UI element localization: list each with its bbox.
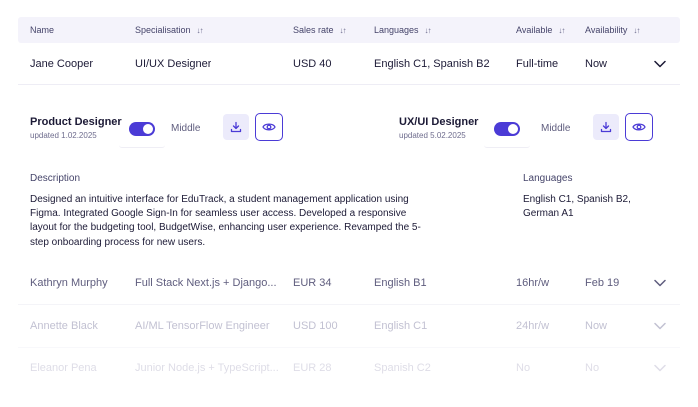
role-toggle[interactable]: [129, 122, 155, 136]
toggle-knob: [508, 124, 518, 134]
table-row[interactable]: Jane Cooper UI/UX Designer USD 40 Englis…: [18, 44, 680, 84]
column-header-name: Name: [30, 17, 54, 43]
preview-button[interactable]: [255, 113, 283, 141]
cell-languages: English C1: [374, 320, 428, 332]
cell-availability: Now: [585, 58, 608, 70]
column-label: Sales rate: [293, 25, 334, 35]
cell-available: 16hr/w: [516, 277, 550, 289]
eye-icon: [262, 123, 276, 131]
sort-arrows-icon[interactable]: ↓↑: [340, 18, 347, 44]
chevron-down-icon[interactable]: [654, 362, 666, 374]
sort-arrows-icon[interactable]: ↓↑: [558, 18, 565, 44]
table-row[interactable]: Annette Black AI/ML TensorFlow Engineer …: [18, 306, 680, 346]
cell-availability: No: [585, 362, 600, 374]
role-toggle[interactable]: [494, 122, 520, 136]
column-header-available[interactable]: Available ↓↑: [516, 17, 565, 44]
column-label: Availability: [585, 25, 628, 35]
table-row[interactable]: Eleanor Pena Junior Node.js + TypeScript…: [18, 348, 680, 388]
role-title: Product Designer: [30, 116, 122, 128]
column-label: Available: [516, 25, 553, 35]
preview-button[interactable]: [625, 113, 653, 141]
cell-name: Kathryn Murphy: [30, 277, 108, 289]
row-divider: [18, 304, 680, 305]
cell-languages: English B1: [374, 277, 427, 289]
cell-specialisation: AI/ML TensorFlow Engineer: [135, 320, 270, 332]
row-divider: [18, 84, 680, 85]
cell-availability: Feb 19: [585, 277, 620, 289]
cell-available: No: [516, 362, 531, 374]
column-header-availability[interactable]: Availability ↓↑: [585, 17, 640, 44]
cell-specialisation: Full Stack Next.js + Django...: [135, 277, 277, 289]
role-updated-date: updated 5.02.2025: [399, 131, 466, 140]
cell-specialisation: Junior Node.js + TypeScript...: [135, 362, 279, 374]
toggle-knob: [143, 124, 153, 134]
cell-sales-rate: USD 100: [293, 320, 338, 332]
sort-arrows-icon[interactable]: ↓↑: [197, 18, 204, 44]
column-label: Name: [30, 25, 55, 35]
column-label: Languages: [374, 25, 419, 35]
cell-sales-rate: USD 40: [293, 58, 332, 70]
download-icon: [600, 121, 612, 133]
description-text: Designed an intuitive interface for EduT…: [30, 194, 421, 248]
column-header-specialisation[interactable]: Specialisation ↓↑: [135, 17, 204, 44]
cell-name: Annette Black: [30, 320, 98, 332]
cell-languages: English C1, Spanish B2: [374, 58, 490, 70]
download-icon: [230, 121, 242, 133]
cell-languages: Spanish C2: [374, 362, 431, 374]
cell-available: Full-time: [516, 58, 559, 70]
eye-icon: [632, 123, 646, 131]
sort-arrows-icon[interactable]: ↓↑: [425, 18, 432, 44]
cell-sales-rate: EUR 28: [293, 362, 332, 374]
cell-sales-rate: EUR 34: [293, 277, 332, 289]
table-header: Name Specialisation ↓↑ Sales rate ↓↑ Langu…: [18, 17, 680, 43]
column-label: Specialisation: [135, 25, 191, 35]
chevron-down-icon[interactable]: [654, 58, 666, 70]
column-header-sales-rate[interactable]: Sales rate ↓↑: [293, 17, 347, 44]
role-level: Middle: [541, 123, 571, 134]
download-button[interactable]: [593, 114, 619, 140]
languages-text: English C1, Spanish B2, German A1: [523, 194, 631, 220]
role-title: UX/UI Designer: [399, 116, 479, 128]
sort-arrows-icon[interactable]: ↓↑: [633, 18, 640, 44]
role-updated-date: updated 1.02.2025: [30, 131, 97, 140]
cell-available: 24hr/w: [516, 320, 550, 332]
download-button[interactable]: [223, 114, 249, 140]
description-label: Description: [30, 173, 81, 184]
role-level: Middle: [171, 123, 201, 134]
chevron-down-icon[interactable]: [654, 320, 666, 332]
cell-name: Jane Cooper: [30, 58, 93, 70]
cell-availability: Now: [585, 320, 608, 332]
chevron-down-icon[interactable]: [654, 277, 666, 289]
cell-specialisation: UI/UX Designer: [135, 58, 212, 70]
languages-label: Languages: [523, 173, 573, 184]
column-header-languages[interactable]: Languages ↓↑: [374, 17, 432, 44]
cell-name: Eleanor Pena: [30, 362, 97, 374]
table-row[interactable]: Kathryn Murphy Full Stack Next.js + Djan…: [18, 263, 680, 303]
